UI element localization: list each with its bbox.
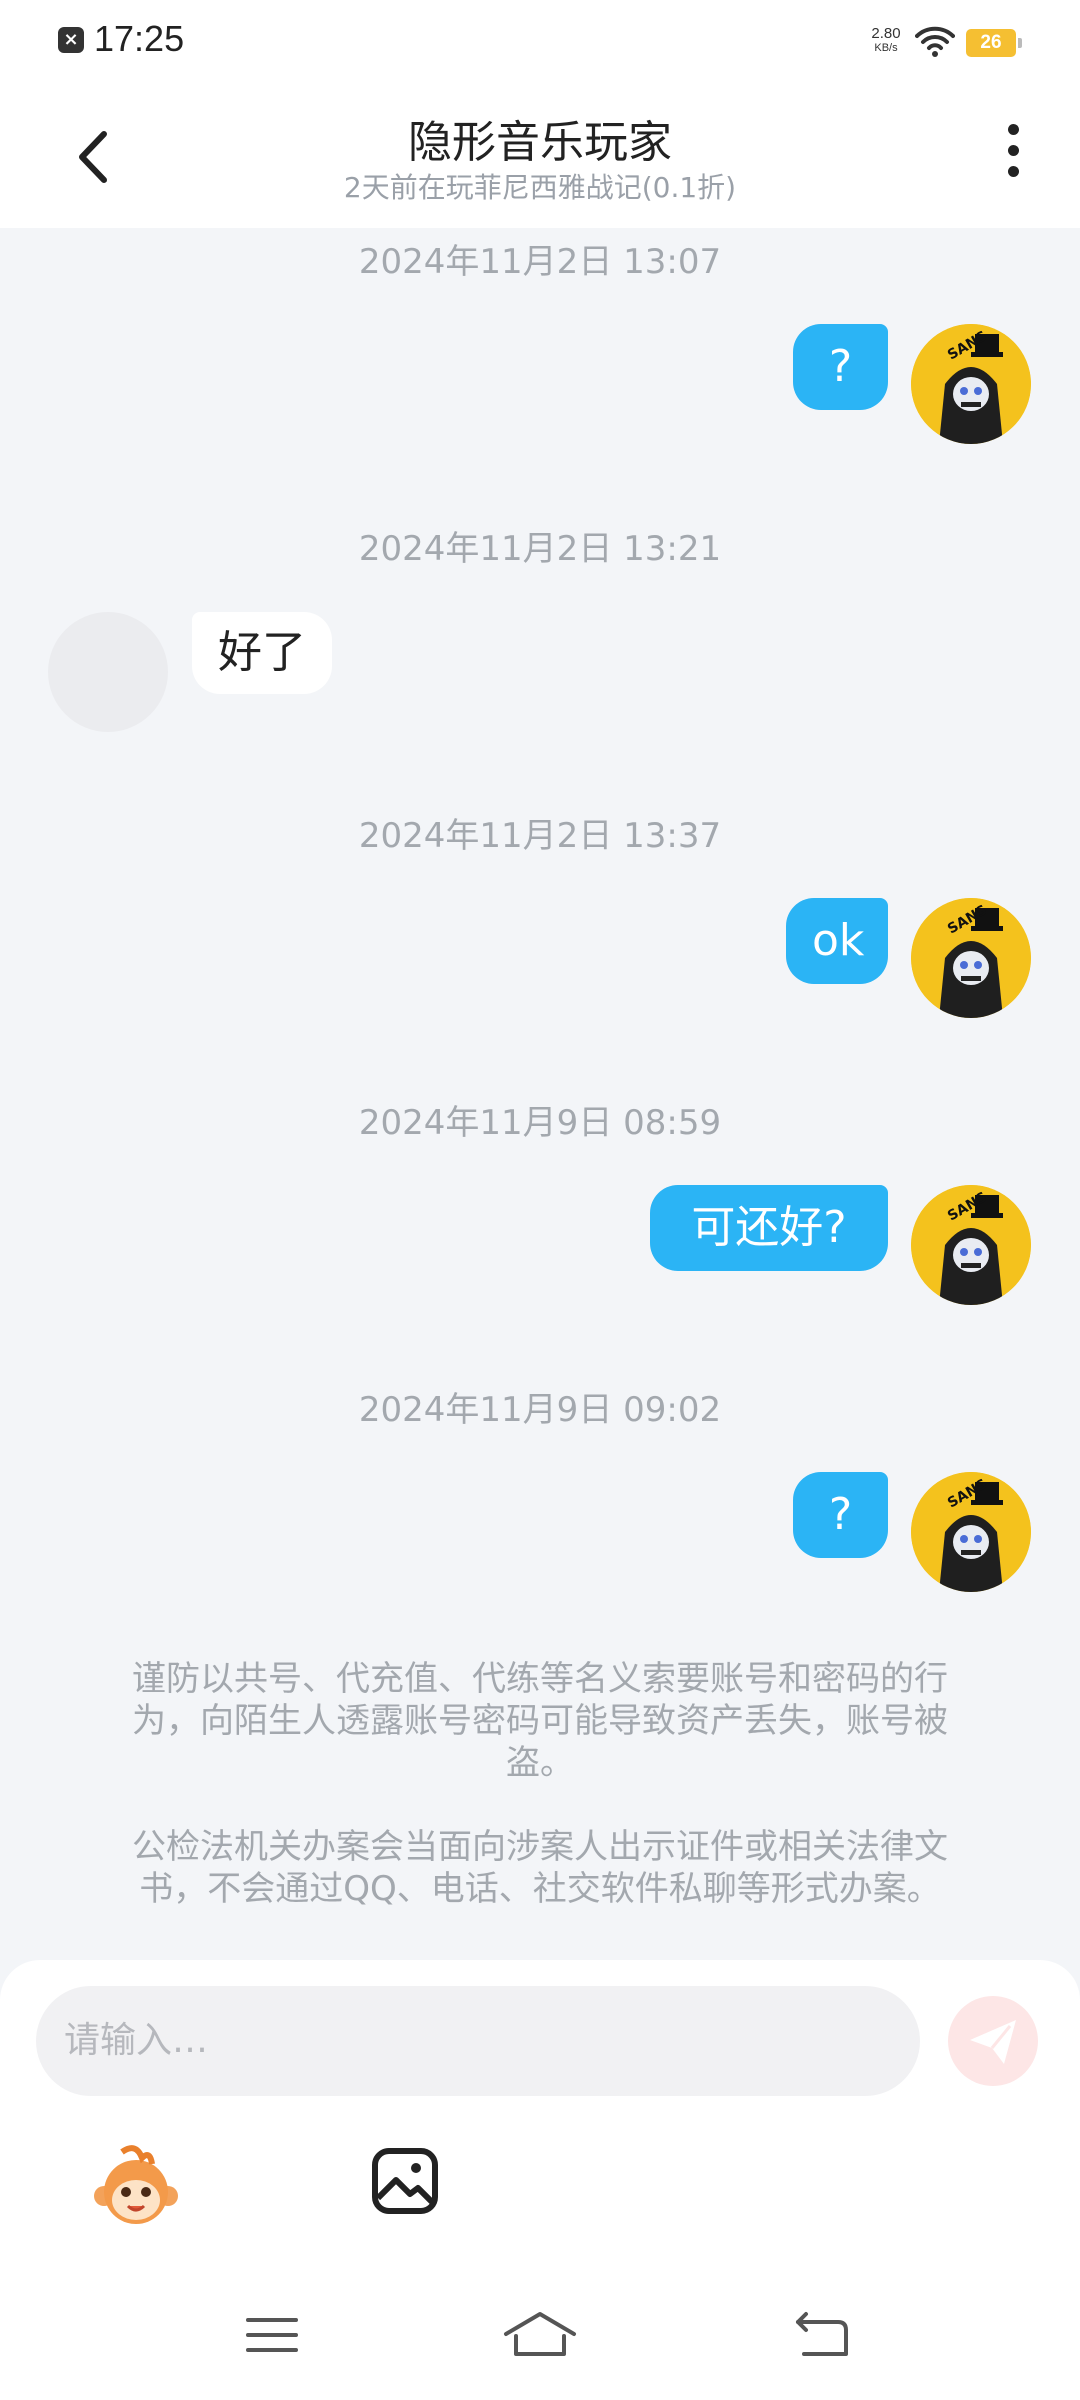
safety-warning-police: 公检法机关办案会当面向涉案人出示证件或相关法律文书，不会通过QQ、电话、社交软件…	[132, 1827, 948, 1909]
notification-close-icon: ×	[58, 27, 84, 53]
battery-indicator: 26	[966, 29, 1022, 57]
message-timestamp: 2024年11月2日 13:37	[358, 816, 722, 856]
message-bubble-sent[interactable]: ?	[793, 324, 888, 410]
page-title: 隐形音乐玩家	[408, 117, 672, 168]
send-button[interactable]	[948, 1996, 1038, 2086]
network-speed-value: 2.80	[871, 25, 901, 42]
message-bubble-received[interactable]: 好了	[192, 612, 332, 694]
message-timestamp: 2024年11月2日 13:07	[358, 242, 722, 282]
sans-avatar-icon: SANS	[911, 324, 1031, 444]
message-timestamp: 2024年11月9日 09:02	[358, 1390, 722, 1430]
status-time: 17:25	[94, 18, 185, 59]
message-timestamp: 2024年11月2日 13:21	[358, 529, 722, 569]
avatar[interactable]: SANS	[911, 1472, 1031, 1592]
network-speed: 2.80 KB/s	[864, 26, 908, 56]
message-list[interactable]: 2024年11月2日 13:07 ? SANS 2024年11月2日 13:21…	[0, 228, 1080, 1958]
sans-avatar-icon: SANS	[911, 1185, 1031, 1305]
system-navigation-bar	[0, 2290, 1080, 2380]
chat-header: 隐形音乐玩家 2天前在玩菲尼西雅战记(0.1折)	[0, 84, 1080, 228]
status-bar: × 17:25 2.80 KB/s 26	[0, 0, 1080, 84]
avatar[interactable]: SANS	[911, 898, 1031, 1018]
wifi-icon	[915, 26, 955, 57]
more-vertical-icon[interactable]	[998, 124, 1028, 190]
avatar[interactable]	[48, 612, 168, 732]
contact-status: 2天前在玩菲尼西雅战记(0.1折)	[343, 171, 737, 204]
message-timestamp: 2024年11月9日 08:59	[358, 1103, 722, 1143]
avatar[interactable]: SANS	[911, 324, 1031, 444]
image-icon[interactable]	[370, 2146, 440, 2216]
monkey-emoji-icon[interactable]	[92, 2144, 180, 2232]
message-bubble-sent[interactable]: 可还好?	[650, 1185, 888, 1271]
sans-avatar-icon: SANS	[911, 1472, 1031, 1592]
avatar[interactable]: SANS	[911, 1185, 1031, 1305]
message-bubble-sent[interactable]: ok	[786, 898, 888, 984]
home-icon[interactable]	[500, 2310, 580, 2360]
menu-icon[interactable]	[242, 2310, 302, 2360]
safety-warning-account: 谨防以共号、代充值、代练等名义索要账号和密码的行为，向陌生人透露账号密码可能导致…	[132, 1659, 948, 1783]
send-icon	[970, 2020, 1016, 2064]
back-icon[interactable]	[792, 2310, 852, 2360]
sans-avatar-icon: SANS	[911, 898, 1031, 1018]
network-speed-unit: KB/s	[874, 42, 898, 54]
message-bubble-sent[interactable]: ?	[793, 1472, 888, 1558]
message-input[interactable]: 请输入…	[36, 1986, 920, 2096]
